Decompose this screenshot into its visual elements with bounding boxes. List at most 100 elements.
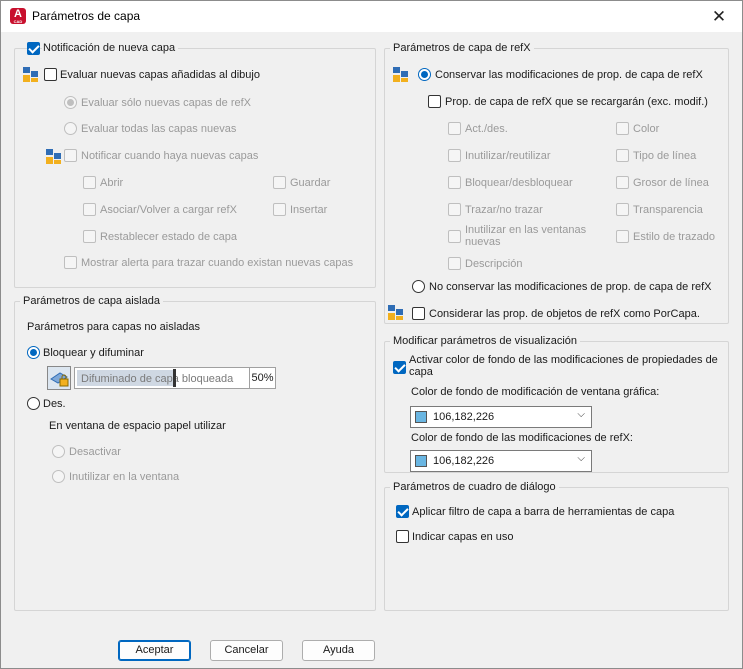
fade-slider[interactable]: Difuminado de capa bloqueada xyxy=(74,367,250,389)
reload-props-label: Prop. de capa de refX que se recargarán … xyxy=(445,96,708,108)
lock-fade-label: Bloquear y difuminar xyxy=(43,347,144,359)
new-layer-notification-group xyxy=(14,48,376,288)
evaluate-new-layers-checkbox[interactable] xyxy=(44,68,57,81)
layer-stack-icon xyxy=(46,149,61,164)
prop-freeze-label: Inutilizar/reutilizar xyxy=(465,150,551,162)
vp-freeze-radio[interactable] xyxy=(52,470,65,483)
off-label: Des. xyxy=(43,398,66,410)
bylayer-checkbox[interactable] xyxy=(412,307,425,320)
eval-xref-only-label: Evaluar sólo nuevas capas de refX xyxy=(81,97,251,109)
layer-stack-icon xyxy=(23,67,38,82)
prop-vp-freeze-checkbox[interactable] xyxy=(448,230,461,243)
layer-stack-icon xyxy=(388,305,403,320)
prop-plotstyle-label: Estilo de trazado xyxy=(633,231,715,243)
attach-reload-checkbox[interactable] xyxy=(83,203,96,216)
prop-freeze-checkbox[interactable] xyxy=(448,149,461,162)
layer-settings-dialog: A CAD Parámetros de capa ✕ Notificación d… xyxy=(0,0,743,669)
enable-override-bg-checkbox[interactable] xyxy=(393,361,406,374)
color-swatch xyxy=(415,455,427,467)
prop-plotstyle-checkbox[interactable] xyxy=(616,230,629,243)
title-bar: A CAD Parámetros de capa ✕ xyxy=(1,1,742,32)
help-button[interactable]: Ayuda xyxy=(302,640,375,661)
xref-bg-label: Color de fondo de las modificaciones de … xyxy=(411,432,633,444)
prop-plot-label: Trazar/no trazar xyxy=(465,204,543,216)
isolate-settings-title: Parámetros de capa aislada xyxy=(20,294,163,308)
restore-state-checkbox[interactable] xyxy=(83,230,96,243)
prop-description-checkbox[interactable] xyxy=(448,257,461,270)
prop-transparency-label: Transparencia xyxy=(633,204,703,216)
prop-linetype-label: Tipo de línea xyxy=(633,150,697,162)
prop-linetype-checkbox[interactable] xyxy=(616,149,629,162)
prop-color-label: Color xyxy=(633,123,660,135)
no-keep-xref-changes-label: No conservar las modificaciones de prop.… xyxy=(429,281,712,293)
plot-alert-checkbox[interactable] xyxy=(64,256,77,269)
prop-lineweight-label: Grosor de línea xyxy=(633,177,709,189)
close-icon[interactable]: ✕ xyxy=(696,1,742,32)
open-checkbox[interactable] xyxy=(83,176,96,189)
enable-override-bg-label: Activar color de fondo de las modificaci… xyxy=(409,354,718,378)
prop-on-off-checkbox[interactable] xyxy=(448,122,461,135)
layer-stack-icon xyxy=(393,67,408,82)
isolate-subtitle: Parámetros para capas no aisladas xyxy=(27,321,201,333)
prop-plot-checkbox[interactable] xyxy=(448,203,461,216)
xref-bg-value: 106,182,226 xyxy=(433,455,495,467)
keep-xref-changes-radio[interactable] xyxy=(418,68,431,81)
fade-slider-label: Difuminado de capa bloqueada xyxy=(81,373,234,385)
viewport-bg-value: 106,182,226 xyxy=(433,411,495,423)
prop-color-checkbox[interactable] xyxy=(616,122,629,135)
deactivate-label: Desactivar xyxy=(69,446,121,458)
chevron-down-icon: ⌵ xyxy=(577,453,585,464)
prop-lock-label: Bloquear/desbloquear xyxy=(465,177,573,189)
restore-state-label: Restablecer estado de capa xyxy=(100,231,237,243)
notify-checkbox[interactable] xyxy=(64,149,77,162)
save-label: Guardar xyxy=(290,177,331,189)
open-label: Abrir xyxy=(100,177,124,189)
new-layer-notification-checkbox[interactable] xyxy=(27,42,40,55)
no-keep-xref-changes-radio[interactable] xyxy=(412,280,425,293)
fade-slider-thumb[interactable] xyxy=(173,369,176,387)
eval-all-label: Evaluar todas las capas nuevas xyxy=(81,123,237,135)
app-logo-icon: A CAD xyxy=(10,8,26,24)
insert-label: Insertar xyxy=(290,204,328,216)
fade-value[interactable]: 50% xyxy=(249,367,276,389)
eval-xref-only-radio[interactable] xyxy=(64,96,77,109)
eval-all-radio[interactable] xyxy=(64,122,77,135)
layers-in-use-label: Indicar capas en uso xyxy=(412,531,514,543)
lock-fade-radio[interactable] xyxy=(27,346,40,359)
dialog-title: Parámetros de capa xyxy=(32,9,141,23)
evaluate-new-layers-label: Evaluar nuevas capas añadidas al dibujo xyxy=(60,69,260,81)
dialog-settings-title: Parámetros de cuadro de diálogo xyxy=(390,480,559,494)
vp-freeze-label: Inutilizar en la ventana xyxy=(69,471,180,483)
bylayer-label: Considerar las prop. de objetos de refX … xyxy=(429,308,700,320)
apply-filter-label: Aplicar filtro de capa a barra de herram… xyxy=(412,506,675,518)
color-swatch xyxy=(415,411,427,423)
deactivate-radio[interactable] xyxy=(52,445,65,458)
apply-filter-checkbox[interactable] xyxy=(396,505,409,518)
locked-layer-fade-icon xyxy=(47,366,71,390)
notify-label: Notificar cuando haya nuevas capas xyxy=(81,150,259,162)
ok-button[interactable]: Aceptar xyxy=(118,640,191,661)
reload-props-checkbox[interactable] xyxy=(428,95,441,108)
prop-vp-freeze-label: Inutilizar en las ventanas nuevas xyxy=(465,224,587,248)
prop-description-label: Descripción xyxy=(465,258,523,270)
layers-in-use-checkbox[interactable] xyxy=(396,530,409,543)
paper-space-label: En ventana de espacio papel utilizar xyxy=(49,420,226,432)
prop-lock-checkbox[interactable] xyxy=(448,176,461,189)
prop-transparency-checkbox[interactable] xyxy=(616,203,629,216)
insert-checkbox[interactable] xyxy=(273,203,286,216)
viewport-bg-select[interactable]: 106,182,226 ⌵ xyxy=(410,406,592,428)
chevron-down-icon: ⌵ xyxy=(577,409,585,420)
prop-on-off-label: Act./des. xyxy=(465,123,508,135)
off-radio[interactable] xyxy=(27,397,40,410)
cancel-button[interactable]: Cancelar xyxy=(210,640,283,661)
keep-xref-changes-label: Conservar las modificaciones de prop. de… xyxy=(435,69,703,81)
xref-bg-select[interactable]: 106,182,226 ⌵ xyxy=(410,450,592,472)
save-checkbox[interactable] xyxy=(273,176,286,189)
attach-reload-label: Asociar/Volver a cargar refX xyxy=(100,204,237,216)
prop-lineweight-checkbox[interactable] xyxy=(616,176,629,189)
viewport-bg-label: Color de fondo de modificación de ventan… xyxy=(411,386,660,398)
new-layer-notification-label: Notificación de nueva capa xyxy=(42,41,179,55)
plot-alert-label: Mostrar alerta para trazar cuando exista… xyxy=(81,257,354,269)
override-display-title: Modificar parámetros de visualización xyxy=(390,334,581,348)
xref-settings-title: Parámetros de capa de refX xyxy=(390,41,534,55)
